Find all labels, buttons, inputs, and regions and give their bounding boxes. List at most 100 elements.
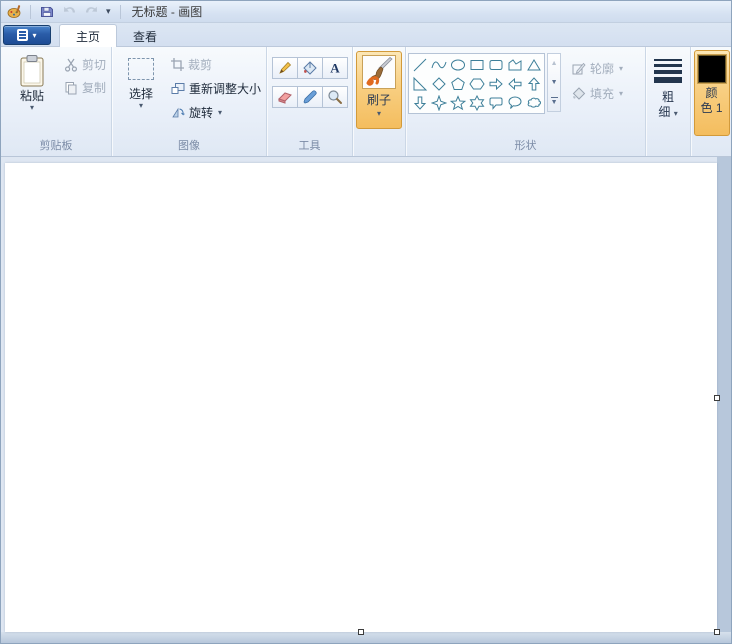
- shape-gallery: [408, 53, 546, 114]
- shape-hexagon[interactable]: [467, 74, 486, 93]
- crop-button[interactable]: 裁剪: [168, 55, 264, 74]
- title-bar: ▾ 无标题 - 画图: [1, 1, 731, 23]
- pencil-tool-button[interactable]: [272, 57, 299, 79]
- select-button[interactable]: 选择 ▾: [118, 51, 164, 139]
- text-tool-button[interactable]: A: [322, 57, 349, 79]
- group-size: 粗 细 ▾: [646, 47, 692, 156]
- copy-icon: [65, 81, 77, 94]
- select-label: 选择: [129, 87, 154, 101]
- resize-icon: [171, 83, 185, 94]
- magnifier-tool-button[interactable]: [322, 86, 349, 108]
- brush-icon: [362, 55, 397, 89]
- scroll-up-button[interactable]: ▲: [548, 54, 560, 73]
- group-label-tools: 工具: [298, 140, 321, 152]
- color-picker-icon: [303, 90, 317, 104]
- hexagon-icon: [468, 78, 485, 89]
- tab-view[interactable]: 查看: [117, 25, 173, 47]
- shape-outline-button[interactable]: 轮廓 ▾: [569, 59, 626, 78]
- shape-star-5[interactable]: [448, 93, 467, 112]
- chevron-down-icon: ▾: [139, 101, 144, 110]
- shape-triangle[interactable]: [524, 55, 543, 74]
- eraser-tool-button[interactable]: [272, 86, 299, 108]
- tab-home[interactable]: 主页: [59, 24, 118, 47]
- crop-icon: [171, 58, 185, 71]
- shape-pentagon[interactable]: [448, 74, 467, 93]
- shape-arrow-left[interactable]: [505, 74, 524, 93]
- drawing-canvas[interactable]: [5, 163, 720, 635]
- rotate-button[interactable]: 旋转 ▾: [168, 103, 264, 122]
- shape-rounded-rectangle[interactable]: [486, 55, 505, 74]
- titlebar-separator: [30, 4, 31, 19]
- drawing-workspace: [1, 157, 731, 643]
- canvas-resize-handle-corner[interactable]: [714, 629, 720, 635]
- arrow-left-icon: [507, 77, 522, 90]
- svg-text:A: A: [330, 61, 340, 76]
- redo-icon: [85, 6, 97, 13]
- copy-button[interactable]: 复制: [61, 78, 109, 97]
- color1-label-line1: 颜: [705, 86, 718, 100]
- redo-button[interactable]: [82, 3, 100, 21]
- resize-label: 重新调整大小: [189, 82, 262, 96]
- shape-fill-button[interactable]: 填充 ▾: [569, 84, 626, 103]
- shape-oval[interactable]: [448, 55, 467, 74]
- callout-cloud-icon: [527, 97, 541, 108]
- cut-button[interactable]: 剪切: [61, 55, 109, 74]
- scroll-down-button[interactable]: ▼: [548, 73, 560, 92]
- gallery-more-button[interactable]: ▼: [548, 92, 560, 111]
- shape-line[interactable]: [410, 55, 429, 74]
- line-icon: [413, 58, 426, 71]
- outline-icon: [572, 62, 586, 75]
- ribbon: 粘贴 ▾ 剪切 复制 剪贴板 选择 ▾ 裁剪 重新调整大小 旋转 ▾ 图像 A …: [1, 47, 731, 157]
- shape-polygon[interactable]: [505, 55, 524, 74]
- group-image: 选择 ▾ 裁剪 重新调整大小 旋转 ▾ 图像: [112, 47, 268, 156]
- polygon-icon: [508, 58, 522, 70]
- arrow-up-icon: [527, 76, 540, 90]
- shape-diamond[interactable]: [429, 74, 448, 93]
- star-5-icon: [449, 94, 466, 110]
- shape-curve[interactable]: [429, 55, 448, 74]
- line-thickness-icon: [654, 59, 683, 83]
- curve-icon: [431, 61, 447, 68]
- crop-label: 裁剪: [188, 58, 213, 72]
- shape-star-4[interactable]: [429, 93, 448, 112]
- shape-arrow-right[interactable]: [486, 74, 505, 93]
- group-clipboard: 粘贴 ▾ 剪切 复制 剪贴板: [1, 47, 113, 156]
- chevron-down-icon: ▾: [619, 63, 624, 73]
- shape-callout-rounded[interactable]: [486, 93, 505, 112]
- save-icon: [41, 6, 53, 17]
- fill-bucket-tool-button[interactable]: [297, 57, 324, 79]
- rotate-icon: [172, 107, 185, 118]
- oval-icon: [450, 58, 465, 71]
- chevron-down-icon: ▾: [32, 30, 37, 40]
- qat-customize-dropdown[interactable]: ▾: [104, 6, 113, 17]
- canvas-resize-handle-bottom[interactable]: [358, 629, 364, 635]
- color1-button[interactable]: 颜 色 1: [693, 50, 730, 136]
- star-4-icon: [430, 94, 447, 111]
- outline-label: 轮廓: [590, 62, 615, 76]
- shape-star-6[interactable]: [467, 93, 486, 112]
- resize-button[interactable]: 重新调整大小: [168, 79, 264, 98]
- triangle-icon: [526, 58, 541, 70]
- shape-arrow-down[interactable]: [410, 93, 429, 112]
- fill-bucket-icon: [303, 61, 317, 75]
- application-menu-button[interactable]: ▾: [3, 25, 51, 45]
- fill-icon: [572, 87, 586, 100]
- shape-arrow-up[interactable]: [524, 74, 543, 93]
- color-picker-tool-button[interactable]: [297, 86, 324, 108]
- undo-icon: [63, 6, 75, 13]
- size-label-line1: 粗: [662, 90, 675, 104]
- chevron-down-icon: ▾: [673, 109, 678, 118]
- shape-callout-cloud[interactable]: [524, 93, 543, 112]
- shape-callout-oval[interactable]: [505, 93, 524, 112]
- paste-button[interactable]: 粘贴 ▾: [9, 51, 55, 139]
- canvas-resize-handle-right[interactable]: [714, 394, 720, 401]
- clipboard-icon: [20, 55, 44, 87]
- shape-rectangle[interactable]: [467, 55, 486, 74]
- save-button[interactable]: [38, 3, 56, 21]
- pentagon-icon: [450, 76, 465, 90]
- shape-right-triangle[interactable]: [410, 74, 429, 93]
- undo-button[interactable]: [60, 3, 78, 21]
- workspace-bottom-margin: [1, 632, 731, 643]
- brushes-button[interactable]: 刷子 ▾: [356, 51, 403, 129]
- size-button[interactable]: 粗 细 ▾: [648, 51, 688, 137]
